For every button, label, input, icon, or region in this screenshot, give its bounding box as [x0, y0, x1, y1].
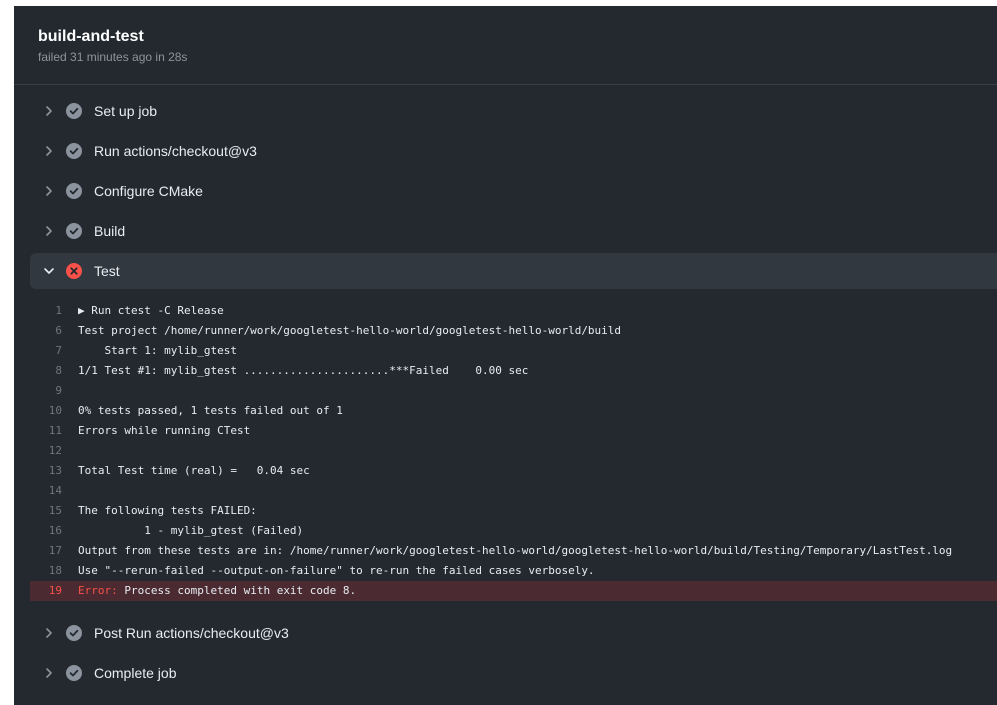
log-text: ▶ Run ctest -C Release — [78, 304, 224, 317]
log-line: 9 — [30, 381, 997, 401]
log-line: 14 — [30, 481, 997, 501]
check-circle-icon — [66, 143, 82, 159]
log-text: Errors while running CTest — [78, 424, 251, 437]
job-header: build-and-test failed 31 minutes ago in … — [14, 6, 997, 85]
chevron-right-icon — [40, 142, 58, 160]
log-line: 11 Errors while running CTest — [30, 421, 997, 441]
log-line: 16 1 - mylib_gtest (Failed) — [30, 521, 997, 541]
chevron-right-icon — [40, 624, 58, 642]
step-name: Test — [94, 263, 120, 279]
step-name: Post Run actions/checkout@v3 — [94, 625, 289, 641]
line-number[interactable]: 15 — [30, 501, 78, 521]
step-name: Run actions/checkout@v3 — [94, 143, 257, 159]
step-log: 1 ▶ Run ctest -C Release 6 Test project /ho… — [14, 291, 997, 613]
line-number[interactable]: 14 — [30, 481, 78, 501]
log-line: 18 Use "--rerun-failed --output-on-failur… — [30, 561, 997, 581]
x-circle-icon — [66, 263, 82, 279]
line-number[interactable]: 19 — [30, 581, 78, 601]
log-line: 15 The following tests FAILED: — [30, 501, 997, 521]
log-line: 1 ▶ Run ctest -C Release — [30, 301, 997, 321]
line-number[interactable]: 17 — [30, 541, 78, 561]
step-name: Build — [94, 223, 126, 239]
log-text: 0% tests passed, 1 tests failed out of 1 — [78, 404, 343, 417]
chevron-right-icon — [40, 664, 58, 682]
line-number[interactable]: 9 — [30, 381, 78, 401]
log-line: 13 Total Test time (real) = 0.04 sec — [30, 461, 997, 481]
log-line: 7 Start 1: mylib_gtest — [30, 341, 997, 361]
line-number[interactable]: 10 — [30, 401, 78, 421]
line-number[interactable]: 1 — [30, 301, 78, 321]
check-circle-icon — [66, 665, 82, 681]
log-text: Output from these tests are in: /home/ru… — [78, 544, 953, 557]
line-number[interactable]: 13 — [30, 461, 78, 481]
chevron-right-icon — [40, 182, 58, 200]
chevron-down-icon — [40, 262, 58, 280]
job-panel: build-and-test failed 31 minutes ago in … — [14, 6, 997, 705]
line-number[interactable]: 16 — [30, 521, 78, 541]
step-set-up-job[interactable]: Set up job — [30, 91, 997, 131]
log-line: 12 — [30, 441, 997, 461]
line-number[interactable]: 7 — [30, 341, 78, 361]
step-build[interactable]: Build — [30, 211, 997, 251]
step-list: Set up job Run actions/checkout@v3 Configu… — [14, 85, 997, 693]
step-name: Set up job — [94, 103, 158, 119]
log-line: 8 1/1 Test #1: mylib_gtest ..............… — [30, 361, 997, 381]
check-circle-icon — [66, 223, 82, 239]
log-text: Start 1: mylib_gtest — [78, 344, 237, 357]
log-line: 17 Output from these tests are in: /home/… — [30, 541, 997, 561]
step-configure-cmake[interactable]: Configure CMake — [30, 171, 997, 211]
check-circle-icon — [66, 625, 82, 641]
check-circle-icon — [66, 183, 82, 199]
error-label: Error: — [78, 584, 118, 597]
step-name: Configure CMake — [94, 183, 203, 199]
job-status-meta: failed 31 minutes ago in 28s — [38, 50, 188, 64]
job-title: build-and-test — [38, 28, 144, 45]
step-name: Complete job — [94, 665, 177, 681]
log-text: Use "--rerun-failed --output-on-failure"… — [78, 564, 595, 577]
line-number[interactable]: 11 — [30, 421, 78, 441]
log-text: 1/1 Test #1: mylib_gtest ...............… — [78, 364, 529, 377]
line-number[interactable]: 8 — [30, 361, 78, 381]
log-text: Test project /home/runner/work/googletes… — [78, 324, 622, 337]
log-line: 6 Test project /home/runner/work/googlete… — [30, 321, 997, 341]
log-text: 1 - mylib_gtest (Failed) — [78, 524, 304, 537]
error-message: Process completed with exit code 8. — [117, 584, 357, 597]
step-test[interactable]: Test — [30, 253, 997, 289]
line-number[interactable]: 12 — [30, 441, 78, 461]
chevron-right-icon — [40, 102, 58, 120]
line-number[interactable]: 18 — [30, 561, 78, 581]
chevron-right-icon — [40, 222, 58, 240]
check-circle-icon — [66, 103, 82, 119]
log-line-error: 19 Error: Process completed with exit co… — [30, 581, 997, 601]
line-number[interactable]: 6 — [30, 321, 78, 341]
log-text: The following tests FAILED: — [78, 504, 257, 517]
step-post-run-actions-checkout-v3[interactable]: Post Run actions/checkout@v3 — [30, 613, 997, 653]
log-line: 10 0% tests passed, 1 tests failed out of… — [30, 401, 997, 421]
log-text: Total Test time (real) = 0.04 sec — [78, 464, 310, 477]
step-complete-job[interactable]: Complete job — [30, 653, 997, 693]
step-run-actions-checkout-v3[interactable]: Run actions/checkout@v3 — [30, 131, 997, 171]
